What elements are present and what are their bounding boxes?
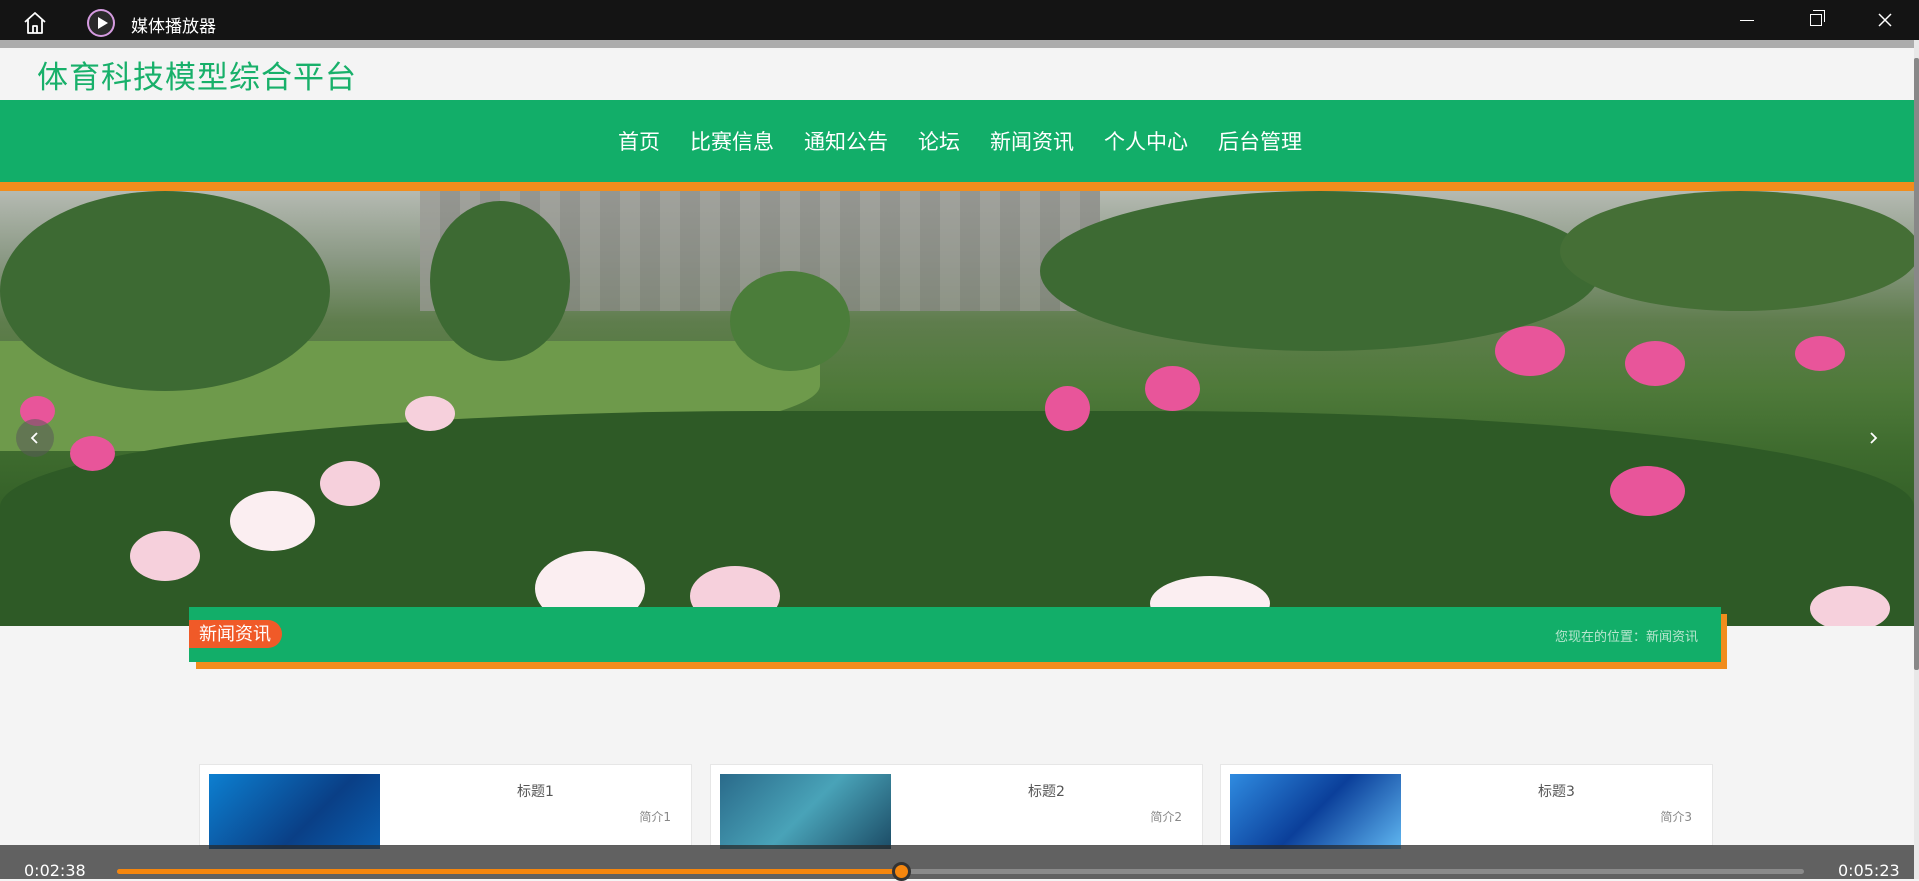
nav-item-notices[interactable]: 通知公告	[804, 126, 888, 156]
scrollbar-thumb[interactable]	[1914, 58, 1919, 670]
news-card-image[interactable]	[1230, 774, 1401, 849]
nav-list: 首页 比赛信息 通知公告 论坛 新闻资讯 个人中心 后台管理	[618, 100, 1302, 182]
app-title: 媒体播放器	[131, 17, 216, 37]
news-card-title[interactable]: 标题3	[1401, 781, 1712, 801]
banner-tree	[730, 271, 850, 371]
news-card-desc: 简介3	[1660, 810, 1692, 824]
page-scrollbar[interactable]	[1914, 40, 1919, 879]
banner-carousel[interactable]	[0, 191, 1914, 626]
divider	[0, 40, 1914, 48]
maximize-button[interactable]	[1782, 0, 1850, 40]
player-titlebar: 媒体播放器	[0, 0, 1919, 40]
home-icon[interactable]	[22, 10, 48, 36]
banner-flower	[1495, 326, 1565, 376]
minimize-icon	[1740, 19, 1754, 21]
player-controls: 0:02:38 0:05:23	[0, 845, 1914, 881]
news-card-title[interactable]: 标题2	[891, 781, 1202, 801]
banner-flower	[1145, 366, 1200, 411]
chevron-left-icon	[30, 432, 38, 444]
banner-flower	[320, 461, 380, 506]
banner-flower	[1625, 341, 1685, 386]
minimize-button[interactable]	[1713, 0, 1781, 40]
current-time: 0:02:38	[24, 861, 86, 880]
news-card-image[interactable]	[209, 774, 380, 849]
maximize-icon	[1810, 10, 1825, 26]
close-icon	[1878, 13, 1892, 27]
close-button[interactable]	[1851, 0, 1919, 40]
site-title: 体育科技模型综合平台	[37, 60, 357, 95]
banner-flower	[405, 396, 455, 431]
banner-flower	[1045, 386, 1090, 431]
banner-flower	[230, 491, 315, 551]
nav-accent-stripe	[0, 182, 1914, 191]
banner-flower	[1610, 466, 1685, 516]
chevron-right-icon	[1870, 432, 1878, 444]
news-card-title[interactable]: 标题1	[380, 781, 691, 801]
banner-tree	[0, 191, 330, 391]
banner-flower	[1810, 586, 1890, 626]
total-time: 0:05:23	[1838, 861, 1900, 880]
news-card[interactable]: 标题1 简介1	[199, 764, 692, 849]
section-title: 新闻资讯	[189, 620, 282, 648]
carousel-prev-button[interactable]	[16, 419, 54, 457]
carousel-next-button[interactable]	[1854, 419, 1892, 457]
nav-item-forum[interactable]: 论坛	[918, 126, 960, 156]
banner-flower	[70, 436, 115, 471]
web-page: 体育科技模型综合平台 首页 比赛信息 通知公告 论坛 新闻资讯 个人中心 后台管…	[0, 40, 1914, 879]
nav-item-news[interactable]: 新闻资讯	[990, 126, 1074, 156]
banner-flower	[1795, 336, 1845, 371]
section-accent-stripe	[1721, 614, 1727, 669]
seek-bar[interactable]	[117, 862, 1804, 881]
play-icon	[87, 9, 115, 37]
banner-tree	[430, 201, 570, 361]
banner-flower	[130, 531, 200, 581]
seek-bar-progress	[117, 869, 902, 874]
section-accent-stripe	[196, 662, 1726, 669]
news-card[interactable]: 标题3 简介3	[1220, 764, 1713, 849]
section-header	[189, 607, 1721, 662]
news-card-desc: 简介2	[1150, 810, 1182, 824]
news-card-image[interactable]	[720, 774, 891, 849]
seek-bar-handle[interactable]	[892, 862, 912, 881]
nav-item-home[interactable]: 首页	[618, 126, 660, 156]
news-card[interactable]: 标题2 简介2	[710, 764, 1203, 849]
breadcrumb: 您现在的位置：新闻资讯	[1555, 630, 1699, 645]
banner-tree	[1560, 191, 1914, 311]
nav-item-profile[interactable]: 个人中心	[1104, 126, 1188, 156]
news-card-desc: 简介1	[639, 810, 671, 824]
nav-item-admin[interactable]: 后台管理	[1218, 126, 1302, 156]
nav-item-matches[interactable]: 比赛信息	[690, 126, 774, 156]
